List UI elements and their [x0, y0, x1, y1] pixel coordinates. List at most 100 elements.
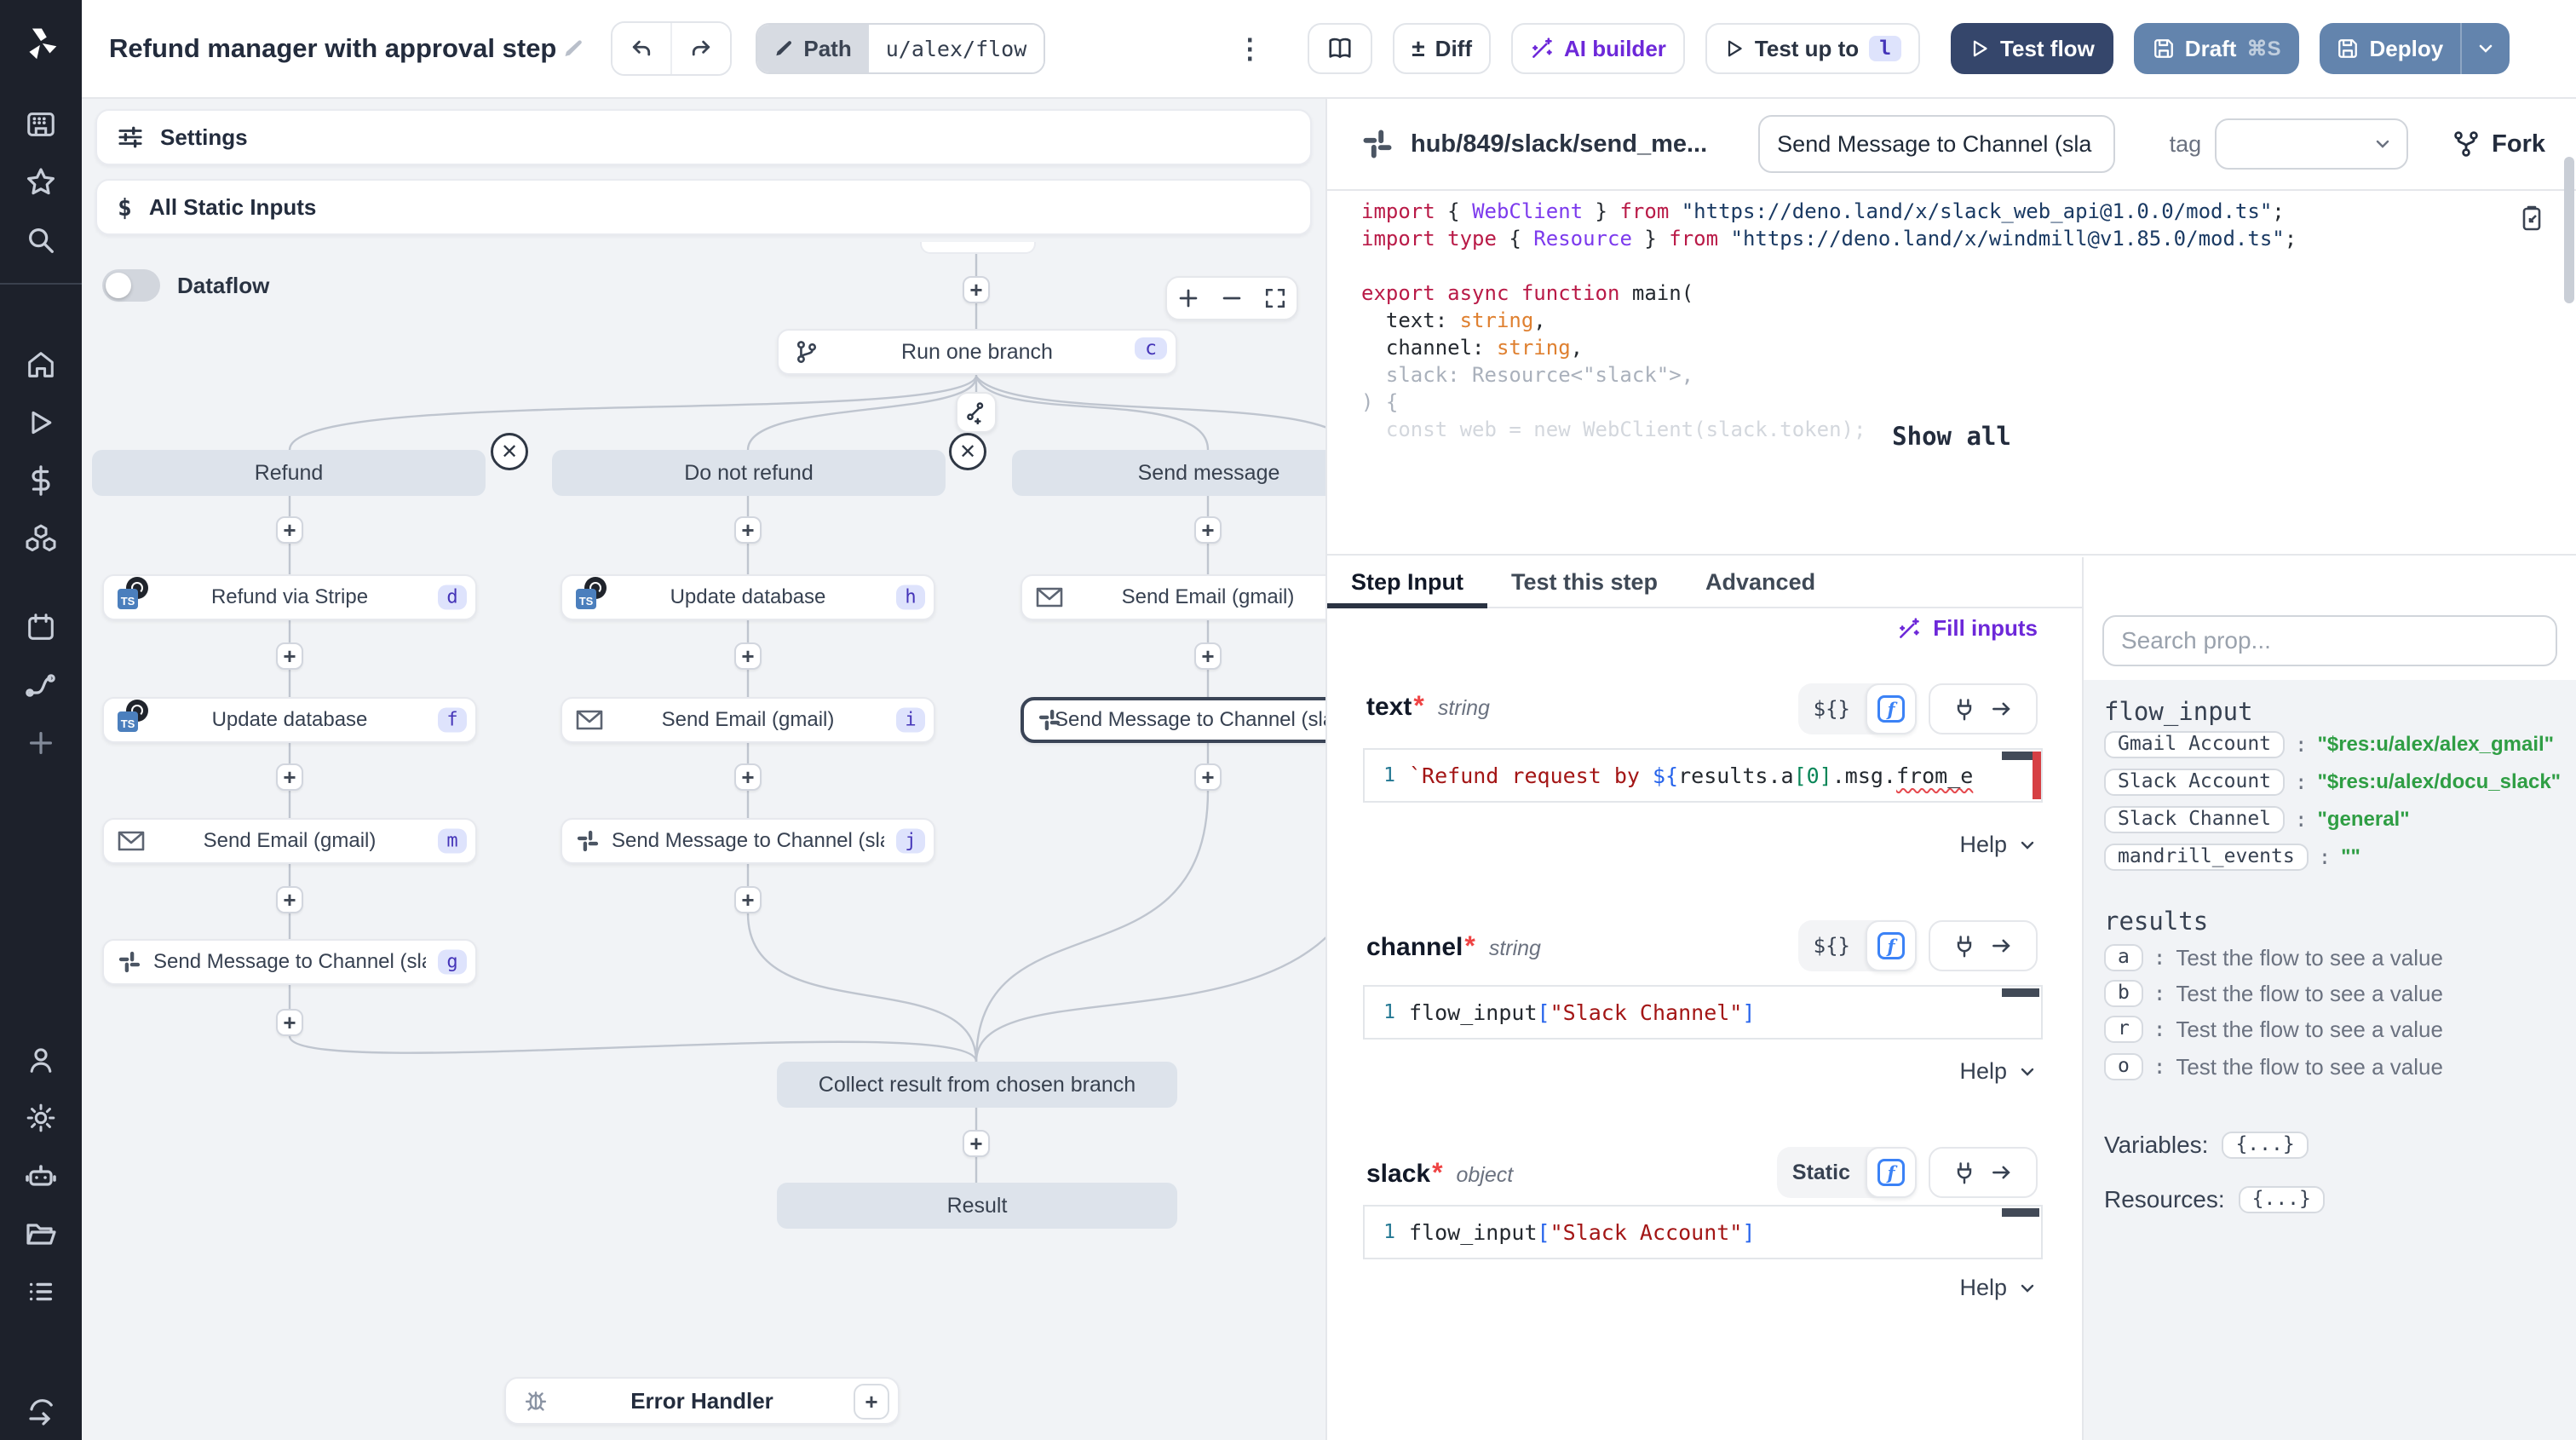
runs-play-icon[interactable] [12, 394, 70, 452]
help-toggle[interactable]: Help [1959, 832, 2038, 858]
deploy-button[interactable]: Deploy [2320, 23, 2460, 74]
prop-row[interactable]: Gmail Account:"$res:u/alex/alex_gmail" [2104, 731, 2554, 758]
help-toggle[interactable]: Help [1959, 1275, 2038, 1301]
add-step-button[interactable] [1194, 763, 1222, 791]
windmill-logo-icon[interactable] [22, 24, 60, 61]
plug-connect-icon[interactable] [1952, 1161, 1976, 1184]
arrow-right-icon[interactable] [1990, 1161, 2014, 1184]
template-mode-toggle[interactable]: ${} [1798, 697, 1866, 721]
path-button[interactable]: Path u/alex/flow [756, 23, 1045, 74]
search-icon[interactable] [12, 211, 70, 269]
plug-connect-icon[interactable] [1952, 697, 1976, 721]
show-all-button[interactable]: Show all [1327, 423, 2576, 450]
javascript-mode-toggle[interactable]: f [1866, 920, 1917, 971]
add-step-button[interactable] [1194, 642, 1222, 670]
template-mode-toggle[interactable]: ${} [1798, 934, 1866, 958]
editor-scrollbar-thumb[interactable] [2002, 1208, 2039, 1217]
add-step-button[interactable] [276, 886, 303, 913]
branch-header-do-not-refund[interactable]: Do not refund [552, 450, 946, 496]
favorites-star-icon[interactable] [12, 153, 70, 211]
schedules-calendar-icon[interactable] [12, 598, 70, 656]
add-error-handler-button[interactable]: + [854, 1384, 889, 1420]
diff-button[interactable]: ±Diff [1393, 23, 1491, 74]
slack-expression-editor[interactable]: 1 flow_input["Slack Account"] [1363, 1205, 2043, 1259]
copy-code-clipboard-icon[interactable] [2518, 204, 2545, 232]
workspace-icon[interactable] [12, 95, 70, 153]
test-flow-button[interactable]: Test flow [1951, 23, 2113, 74]
result-node[interactable]: Result [777, 1183, 1177, 1229]
audit-logs-list-icon[interactable] [12, 1263, 70, 1321]
add-step-button[interactable] [276, 516, 303, 544]
more-options-kebab-icon[interactable]: ⋮ [1226, 32, 1274, 65]
node-refund-via-stripe[interactable]: TS Refund via Stripe d [102, 574, 477, 620]
create-plus-icon[interactable] [12, 714, 70, 772]
node-update-database[interactable]: TS Update database f [102, 697, 477, 743]
flow-input-section-title[interactable]: flow_input [2104, 697, 2253, 726]
test-up-to-button[interactable]: Test up tol [1705, 23, 1920, 74]
add-step-button[interactable] [276, 1009, 303, 1036]
fork-button[interactable]: Fork [2452, 130, 2545, 158]
edit-title-pencil-icon[interactable] [563, 38, 584, 59]
node-send-message-to-channel[interactable]: Send Message to Channel (slack) g [102, 939, 477, 985]
tab-advanced[interactable]: Advanced [1705, 557, 1815, 607]
flow-title[interactable]: Refund manager with approval step [109, 33, 584, 64]
draft-button[interactable]: Draft⌘S [2134, 23, 2300, 74]
logout-arrow-icon[interactable] [12, 1382, 70, 1440]
javascript-mode-toggle[interactable]: f [1866, 1147, 1917, 1198]
account-user-icon[interactable] [12, 1031, 70, 1089]
tab-test-this-step[interactable]: Test this step [1511, 557, 1658, 607]
collect-result-node[interactable]: Collect result from chosen branch [777, 1062, 1177, 1108]
result-row[interactable]: o:Test the flow to see a value [2104, 1053, 2443, 1080]
dollar-icon[interactable] [12, 452, 70, 510]
branch-header-send-message[interactable]: Send message [1012, 450, 1327, 496]
add-step-button[interactable] [734, 763, 762, 791]
zoom-in-icon[interactable] [1177, 287, 1199, 309]
window-scrollbar[interactable] [2562, 99, 2576, 1440]
arrow-right-icon[interactable] [1990, 934, 2014, 958]
add-step-button[interactable] [963, 1130, 990, 1157]
variables-row[interactable]: Variables:{...} [2104, 1132, 2309, 1159]
node-send-email[interactable]: Send Email (gmail) i [561, 697, 935, 743]
fill-inputs-button[interactable]: Fill inputs [1897, 615, 2038, 642]
prop-row[interactable]: Slack Channel:"general" [2104, 806, 2410, 833]
home-icon[interactable] [12, 336, 70, 394]
deploy-dropdown-chevron-icon[interactable] [2460, 23, 2510, 74]
results-section-title[interactable]: results [2104, 907, 2208, 936]
help-toggle[interactable]: Help [1959, 1058, 2038, 1085]
resources-cubes-icon[interactable] [12, 510, 70, 567]
result-row[interactable]: a:Test the flow to see a value [2104, 944, 2443, 971]
redo-button[interactable] [670, 23, 730, 74]
add-step-button[interactable] [276, 642, 303, 670]
folders-icon[interactable] [12, 1205, 70, 1263]
node-update-database[interactable]: TS Update database h [561, 574, 935, 620]
error-handler-node[interactable]: Error Handler + [504, 1377, 900, 1425]
javascript-mode-toggle[interactable]: f [1866, 683, 1917, 734]
step-name-input[interactable] [1758, 115, 2114, 173]
search-prop-input[interactable] [2102, 615, 2557, 666]
workers-robot-icon[interactable] [12, 1147, 70, 1205]
ai-builder-button[interactable]: AI builder [1511, 23, 1685, 74]
run-one-branch-node[interactable]: Run one branch c [777, 329, 1177, 375]
hub-script-path[interactable]: hub/849/slack/send_me... [1411, 130, 1707, 158]
undo-button[interactable] [612, 23, 670, 74]
add-step-button[interactable] [734, 886, 762, 913]
arrow-right-icon[interactable] [1990, 697, 2014, 721]
resources-row[interactable]: Resources:{...} [2104, 1186, 2325, 1213]
tag-select[interactable] [2215, 118, 2408, 170]
remove-branch-button[interactable]: ✕ [949, 433, 986, 470]
fit-view-icon[interactable] [1264, 287, 1286, 309]
add-branch-button[interactable] [956, 392, 997, 433]
remove-branch-button[interactable]: ✕ [491, 433, 528, 470]
zoom-out-icon[interactable] [1221, 287, 1243, 309]
add-step-button[interactable] [963, 276, 990, 303]
node-send-message-to-channel[interactable]: Send Message to Channel (slack) j [561, 818, 935, 864]
routes-icon[interactable] [12, 656, 70, 714]
plug-connect-icon[interactable] [1952, 934, 1976, 958]
add-step-button[interactable] [734, 642, 762, 670]
text-expression-editor[interactable]: 1 `Refund request by ${results.a[0].msg.… [1363, 748, 2043, 803]
add-step-button[interactable] [276, 763, 303, 791]
add-step-button[interactable] [734, 516, 762, 544]
prop-row[interactable]: Slack Account:"$res:u/alex/docu_slack" [2104, 769, 2561, 796]
docs-book-button[interactable] [1308, 23, 1372, 74]
result-row[interactable]: r:Test the flow to see a value [2104, 1016, 2443, 1043]
